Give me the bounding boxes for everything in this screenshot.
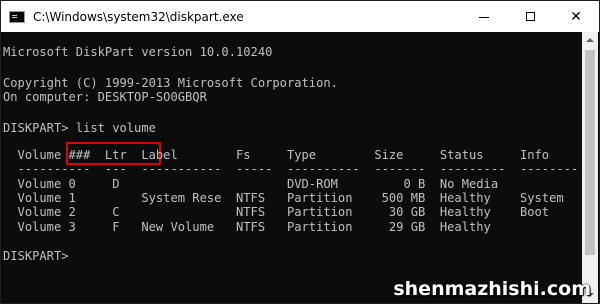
table-row: Volume 2 C NTFS Partition 30 GB Healthy … [3,205,550,219]
minimize-button[interactable] [461,1,507,32]
vertical-scrollbar[interactable] [582,32,598,303]
table-row: Volume 1 System Rese NTFS Partition 500 … [3,191,564,205]
console-command-line: DISKPART> list volume [3,121,156,135]
console-line: Microsoft DiskPart version 10.0.10240 [3,45,273,59]
window-controls: ✕ [461,1,599,32]
scroll-up-button[interactable] [582,32,598,48]
scroll-up-arrow-icon [586,38,594,42]
console-line: On computer: DESKTOP-SO0GBQR [3,90,207,104]
console-prompt[interactable]: DISKPART> [3,249,69,263]
close-button[interactable]: ✕ [553,1,599,32]
console-app-icon [9,10,25,23]
console-output[interactable]: Microsoft DiskPart version 10.0.10240 Co… [1,32,584,303]
table-row: Volume 3 F New Volume NTFS Partition 29 … [3,220,491,234]
window-title: C:\Windows\system32\diskpart.exe [33,9,244,24]
minimize-icon [479,17,489,18]
table-row: Volume 0 D DVD-ROM 0 B No Media [3,177,499,191]
scrollbar-thumb[interactable] [585,50,595,255]
watermark: shenmazhishi.com [393,278,591,300]
console-line: Copyright (C) 1999-2013 Microsoft Corpor… [3,76,338,90]
maximize-icon [525,12,535,21]
table-header: Volume ### Ltr Label Fs Type Size Status… [3,148,550,162]
table-separator: ---------- --- ----------- ----- -------… [3,162,579,176]
title-bar[interactable]: C:\Windows\system32\diskpart.exe ✕ [1,1,599,32]
diskpart-window: C:\Windows\system32\diskpart.exe ✕ Micro… [0,0,600,304]
close-icon: ✕ [570,8,582,25]
maximize-button[interactable] [507,1,553,32]
